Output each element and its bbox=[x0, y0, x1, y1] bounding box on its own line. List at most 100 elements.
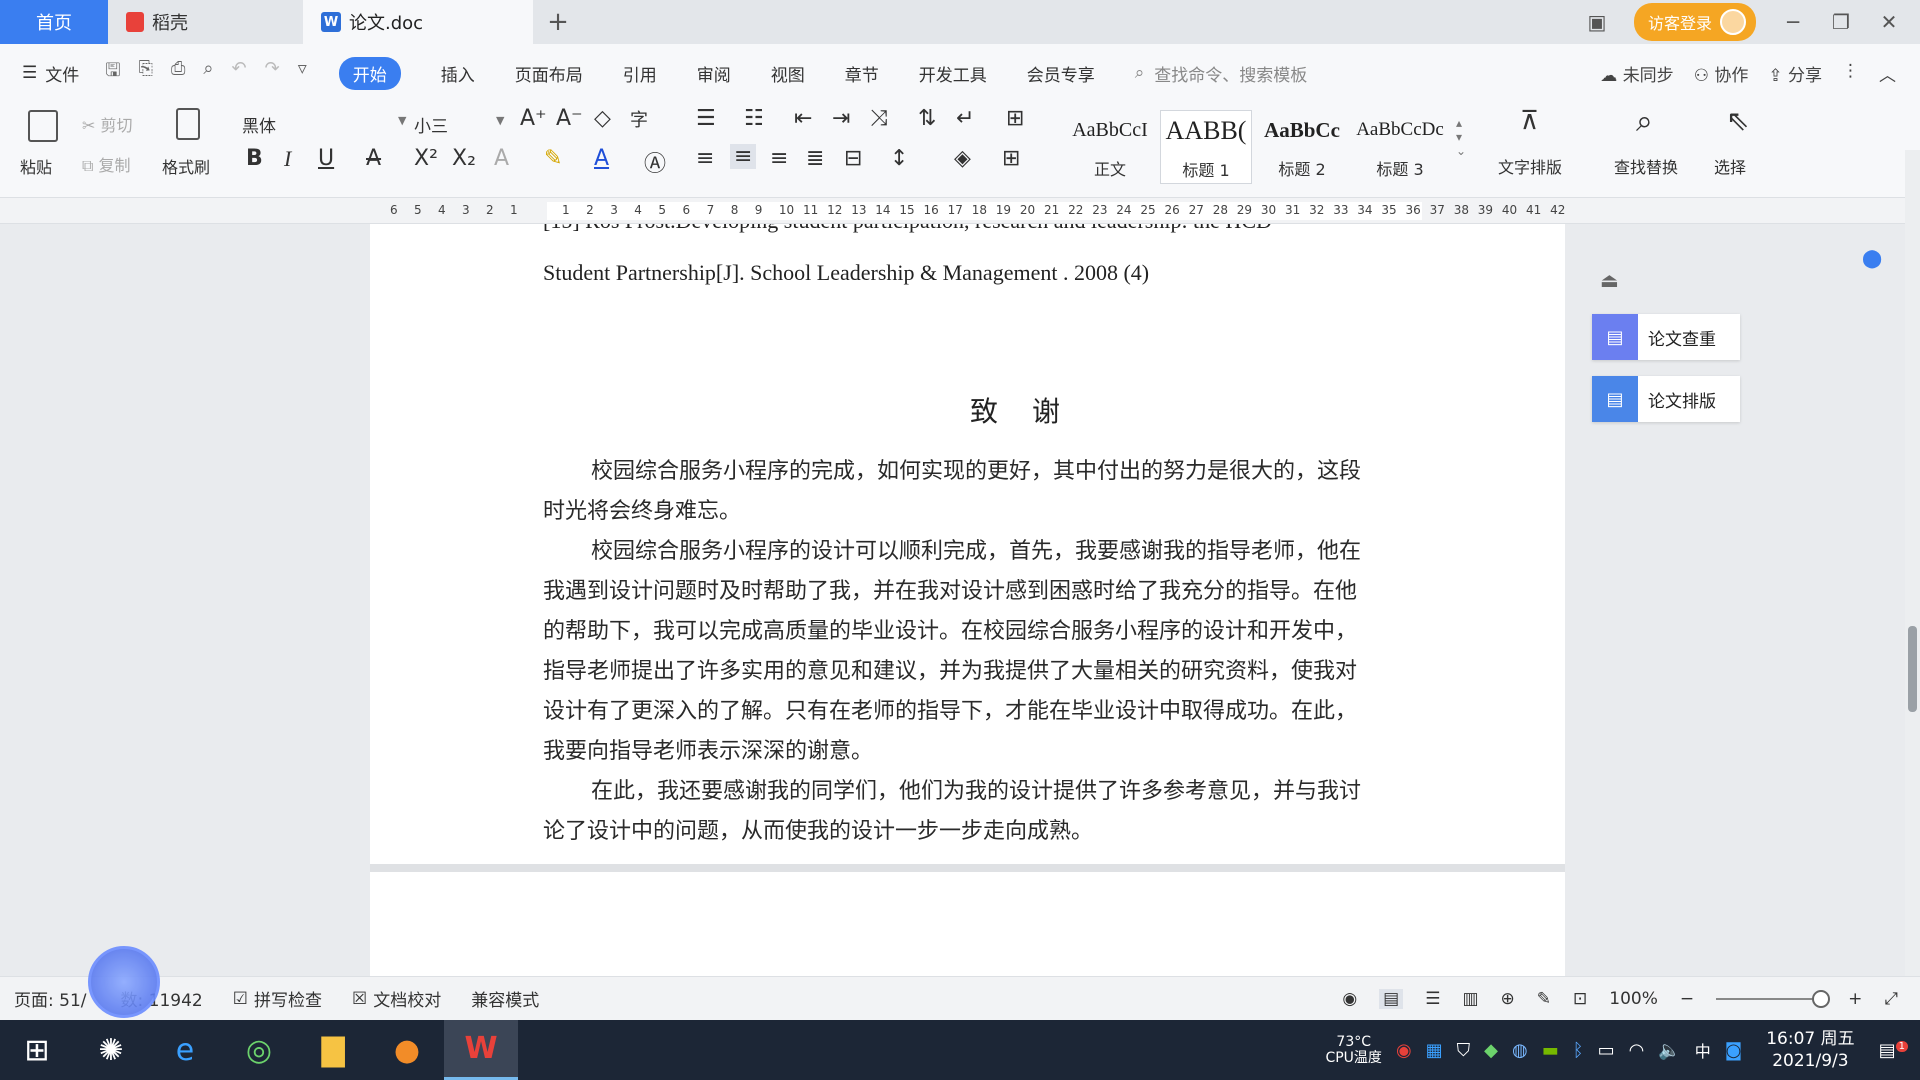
font-size-select[interactable]: 小三 bbox=[414, 112, 448, 137]
eye-protection-icon[interactable]: ◉ bbox=[1342, 989, 1357, 1009]
decrease-indent-icon[interactable]: ⇤ bbox=[794, 106, 812, 131]
spell-check-button[interactable]: ☑ 拼写检查 bbox=[233, 986, 322, 1012]
style-heading-1[interactable]: AABB( 标题 1 bbox=[1160, 110, 1252, 184]
borders-icon[interactable]: ⊞ bbox=[1002, 146, 1020, 171]
superscript-icon[interactable]: X² bbox=[414, 146, 438, 171]
horizontal-ruler[interactable]: 6 5 4 3 2 1 1 2 3 4 5 6 7 8 9 10 11 12 13 14 15 16 17 18 19 20 21 2… bbox=[0, 198, 1920, 224]
customize-dropdown-icon[interactable]: ▿ bbox=[298, 58, 307, 88]
print-icon[interactable]: ⎙ bbox=[171, 58, 185, 88]
copy-button[interactable]: ⧉ 复制 bbox=[82, 152, 131, 176]
sort-icon[interactable]: ⇅ bbox=[918, 106, 936, 131]
style-normal[interactable]: AaBbCcI 正文 bbox=[1064, 110, 1156, 184]
clear-format-icon[interactable]: ◇ bbox=[594, 106, 611, 131]
format-painter-button[interactable]: 格式刷 bbox=[162, 154, 210, 178]
command-search[interactable]: ⌕ 查找命令、搜索模板 bbox=[1135, 61, 1308, 86]
menu-member[interactable]: 会员专享 bbox=[1027, 61, 1095, 86]
sync-status[interactable]: ☁ 未同步 bbox=[1600, 61, 1673, 86]
doc-proofread-button[interactable]: ☒ 文档校对 bbox=[352, 986, 441, 1012]
undo-icon[interactable]: ↶ bbox=[232, 58, 247, 88]
chinese-layout-icon[interactable]: ⤨ bbox=[870, 106, 888, 131]
page-view-icon[interactable]: ▤ bbox=[1379, 988, 1404, 1009]
guest-login-button[interactable]: 访客登录 bbox=[1633, 3, 1756, 41]
fit-page-icon[interactable]: ⊡ bbox=[1573, 989, 1587, 1009]
numbered-list-icon[interactable]: ☷ bbox=[744, 106, 764, 131]
highlight-icon[interactable]: ✎ bbox=[544, 146, 562, 171]
zoom-out-icon[interactable]: − bbox=[1680, 989, 1694, 1009]
save-icon[interactable]: 🖫 bbox=[105, 58, 120, 88]
zoom-slider-knob[interactable] bbox=[1812, 989, 1831, 1008]
start-menu-icon[interactable]: ⊞ bbox=[0, 1020, 74, 1080]
menu-developer[interactable]: 开发工具 bbox=[919, 61, 987, 86]
cpu-temperature[interactable]: 73°C CPU温度 bbox=[1325, 1034, 1381, 1066]
shading-icon[interactable]: ◈ bbox=[954, 146, 971, 171]
tab-document[interactable]: W 论文.doc bbox=[303, 0, 533, 44]
page-indicator[interactable]: 页面: 51/ bbox=[14, 986, 87, 1011]
print-preview-icon[interactable]: ⌕ bbox=[203, 58, 213, 88]
new-tab-button[interactable]: + bbox=[533, 0, 583, 44]
bullet-list-icon[interactable]: ☰ bbox=[696, 106, 716, 131]
italic-icon[interactable]: I bbox=[284, 146, 291, 172]
notification-center-icon[interactable]: ▤ 1 bbox=[1879, 1040, 1908, 1061]
menu-page-layout[interactable]: 页面布局 bbox=[515, 61, 583, 86]
style-heading-2[interactable]: AaBbCc 标题 2 bbox=[1256, 110, 1348, 184]
file-explorer-icon[interactable]: ▇ bbox=[296, 1020, 370, 1080]
redo-icon[interactable]: ↷ bbox=[265, 58, 280, 88]
reading-view-icon[interactable]: ▥ bbox=[1462, 989, 1478, 1009]
file-menu[interactable]: ☰ 文件 bbox=[22, 61, 79, 86]
paste-icon[interactable] bbox=[28, 110, 58, 142]
volume-icon[interactable]: 🔈 bbox=[1658, 1040, 1680, 1061]
align-left-icon[interactable]: ≡ bbox=[696, 146, 714, 171]
char-border-icon[interactable]: Ⓐ bbox=[644, 146, 666, 178]
increase-indent-icon[interactable]: ⇥ bbox=[832, 106, 850, 131]
style-heading-3[interactable]: AaBbCcDc 标题 3 bbox=[1354, 110, 1446, 184]
zoom-in-icon[interactable]: + bbox=[1848, 989, 1862, 1009]
menu-view[interactable]: 视图 bbox=[771, 61, 805, 86]
subscript-icon[interactable]: X₂ bbox=[452, 146, 476, 171]
bold-icon[interactable]: B bbox=[246, 146, 263, 171]
strikethrough-icon[interactable]: A bbox=[366, 146, 381, 171]
collaborate-button[interactable]: ⚇ 协作 bbox=[1694, 61, 1749, 86]
fullscreen-icon[interactable]: ⤢ bbox=[1884, 989, 1898, 1009]
web-view-icon[interactable]: ⊕ bbox=[1501, 989, 1515, 1009]
paper-layout-button[interactable]: ▤ 论文排版 bbox=[1592, 376, 1740, 422]
app-pinwheel-icon[interactable]: ✺ bbox=[74, 1020, 148, 1080]
tray-cloud-icon[interactable]: ◍ bbox=[1512, 1040, 1528, 1061]
browser-green-icon[interactable]: ◎ bbox=[222, 1020, 296, 1080]
side-panel-collapse-icon[interactable]: ⏏ bbox=[1600, 268, 1619, 292]
shrink-font-icon[interactable]: A⁻ bbox=[556, 106, 583, 131]
font-color-icon[interactable]: A bbox=[594, 146, 609, 171]
tray-antivirus-icon[interactable]: ◉ bbox=[1396, 1040, 1412, 1061]
find-replace-button[interactable]: 查找替换 bbox=[1614, 154, 1678, 178]
tab-home[interactable]: 首页 bbox=[0, 0, 108, 44]
document-page-next[interactable] bbox=[370, 872, 1565, 976]
vertical-scrollbar-thumb[interactable] bbox=[1908, 626, 1917, 712]
ie-browser-icon[interactable]: e bbox=[148, 1020, 222, 1080]
wps-writer-icon[interactable]: W bbox=[444, 1020, 518, 1080]
distributed-align-icon[interactable]: ⊟ bbox=[844, 146, 862, 171]
tab-daoke[interactable]: 稻壳 bbox=[108, 0, 303, 44]
collapse-ribbon-icon[interactable]: ︿ bbox=[1879, 61, 1896, 86]
format-painter-icon[interactable] bbox=[176, 108, 200, 140]
floating-assistant-icon[interactable] bbox=[88, 946, 160, 1018]
workspace-switch-icon[interactable]: ▣ bbox=[1586, 10, 1608, 34]
location-pin-icon[interactable]: ⬤ bbox=[1862, 248, 1882, 269]
system-clock[interactable]: 16:07 周五 2021/9/3 bbox=[1766, 1028, 1854, 1072]
tray-qq-icon[interactable]: ◙ bbox=[1725, 1040, 1742, 1061]
text-layout-icon[interactable]: ⊼ bbox=[1520, 106, 1539, 136]
zoom-slider[interactable] bbox=[1716, 989, 1831, 1008]
align-right-icon[interactable]: ≡ bbox=[770, 146, 788, 171]
input-method-indicator[interactable]: 中 bbox=[1695, 1038, 1711, 1062]
style-gallery-scroll-icon[interactable]: ▴ ▾ ⌄ bbox=[1456, 116, 1466, 158]
share-button[interactable]: ⇪ 分享 bbox=[1768, 61, 1822, 86]
bluetooth-icon[interactable]: ᛒ bbox=[1573, 1040, 1584, 1061]
zoom-level-select[interactable]: 100% bbox=[1609, 989, 1658, 1009]
tray-shield-icon[interactable]: ⛉ bbox=[1457, 1040, 1471, 1061]
text-layout-button[interactable]: 文字排版 bbox=[1498, 154, 1562, 178]
tray-network-app-icon[interactable]: ▦ bbox=[1426, 1040, 1443, 1061]
align-center-icon[interactable]: ≡ bbox=[730, 144, 757, 169]
cut-button[interactable]: ✂ 剪切 bbox=[82, 112, 133, 136]
font-name-dropdown-icon[interactable]: ▼ bbox=[398, 114, 406, 127]
wifi-icon[interactable]: ◠ bbox=[1629, 1040, 1645, 1061]
menu-insert[interactable]: 插入 bbox=[441, 61, 475, 86]
menu-review[interactable]: 审阅 bbox=[697, 61, 731, 86]
